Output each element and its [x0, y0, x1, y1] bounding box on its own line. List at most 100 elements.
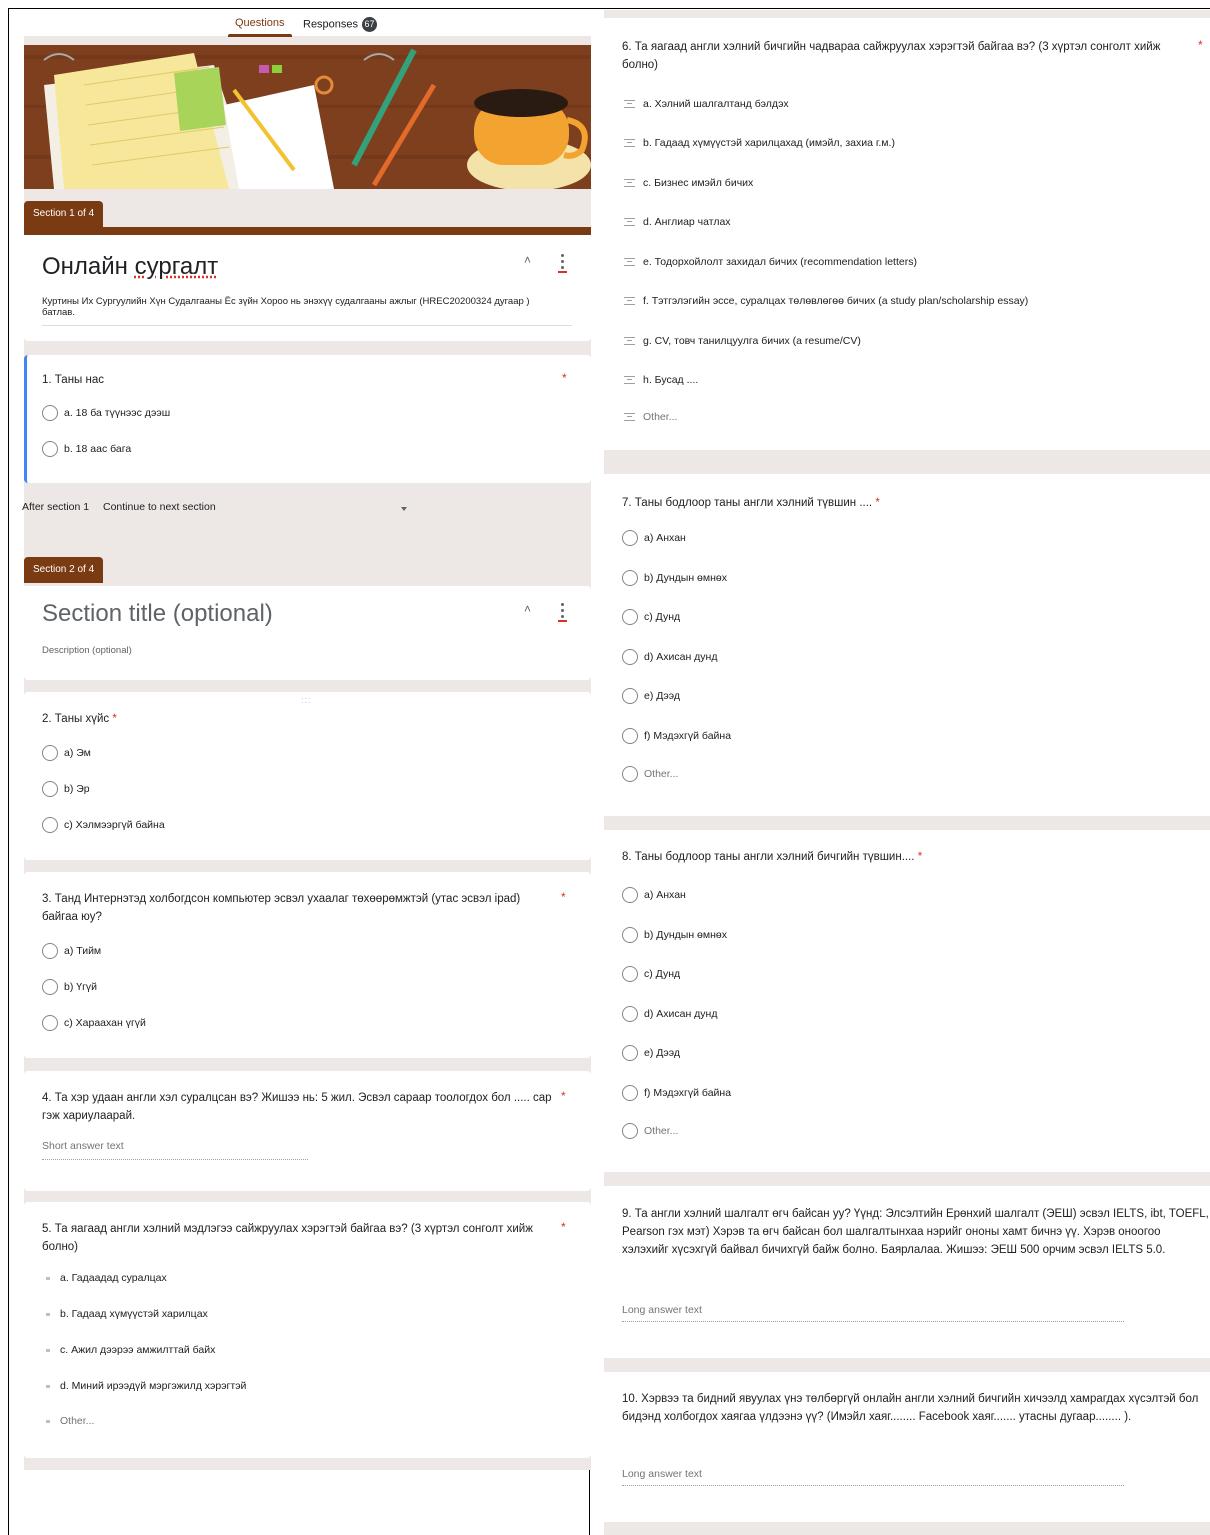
collapse-icon[interactable]: ˄ [524, 253, 531, 267]
radio-button[interactable] [622, 1006, 638, 1022]
question-card-8[interactable]: 8. Таны бодлоор таны англи хэлний бичгий… [604, 830, 1210, 1172]
radio-option[interactable]: b) Үгүй [42, 979, 97, 995]
radio-button[interactable] [622, 570, 638, 586]
checkbox-option[interactable]: g. CV, товч танилцуулга бичих (a resume/… [623, 334, 861, 348]
checkbox-option[interactable]: h. Бусад .... [623, 373, 698, 387]
radio-option[interactable]: b) Дундын өмнөх [622, 927, 727, 943]
more-options-icon[interactable] [558, 602, 567, 622]
radio-option[interactable]: a. 18 ба түүнээс дээш [42, 405, 170, 421]
after-section-dropdown[interactable]: Continue to next section [103, 501, 216, 513]
checkbox-option[interactable]: e. Тодорхойлолт захидал бичих (recommend… [623, 255, 917, 269]
radio-button[interactable] [622, 728, 638, 744]
radio-option[interactable]: a) Тийм [42, 943, 101, 959]
form-title-misspelled: сургалт [134, 253, 219, 280]
collapse-icon[interactable]: ˄ [524, 602, 531, 616]
checkbox-icon[interactable] [623, 136, 635, 150]
radio-button[interactable] [622, 530, 638, 546]
radio-option[interactable]: b) Дундын өмнөх [622, 570, 727, 586]
section-1-header-card[interactable]: Онлайн сургалт ˄ Куртины Их Сургуулийн Х… [24, 235, 591, 341]
radio-button[interactable] [622, 927, 638, 943]
tab-responses[interactable]: Responses 67 [303, 17, 378, 32]
checkbox-option[interactable]: f. Тэтгэлэгийн эссе, суралцах төлөвлөгөө… [623, 294, 1028, 308]
checkbox-icon[interactable] [623, 373, 635, 387]
question-card-7[interactable]: 7. Таны бодлоор таны англи хэлний түвшин… [604, 474, 1210, 816]
checkbox-option[interactable]: a. Хэлний шалгалтанд бэлдэх [623, 97, 789, 111]
checkbox-icon[interactable] [623, 334, 635, 348]
required-asterisk: * [561, 890, 566, 904]
radio-option[interactable]: e) Дээд [622, 1045, 680, 1061]
checkbox-icon[interactable] [623, 215, 635, 229]
radio-button[interactable] [42, 817, 58, 833]
radio-option[interactable]: a) Анхан [622, 530, 686, 546]
drag-handle-icon[interactable]: ::: [301, 695, 312, 705]
checkbox-icon[interactable] [623, 410, 635, 424]
form-description[interactable]: Куртины Их Сургуулийн Хүн Судалгааны Ёс … [42, 296, 562, 318]
radio-button[interactable] [622, 966, 638, 982]
checkbox-option[interactable]: d. Англиар чатлах [623, 215, 731, 229]
more-options-icon[interactable] [558, 253, 567, 273]
question-card-9[interactable]: 9. Та англи хэлний шалгалт өгч байсан уу… [604, 1186, 1210, 1358]
option-label: b) Эр [64, 783, 90, 795]
radio-button[interactable] [622, 1085, 638, 1101]
radio-option[interactable]: e) Дээд [622, 688, 680, 704]
radio-option[interactable]: d) Ахисан дунд [622, 1006, 717, 1022]
section-2-header-card[interactable]: Section title (optional) ˄ Description (… [24, 586, 591, 680]
option-label: c) Дунд [644, 611, 681, 623]
checkbox-option[interactable]: b. Гадаад хүмүүстэй харилцахад (имэйл, з… [623, 136, 895, 150]
required-asterisk: * [875, 497, 880, 509]
option-label: b. Гадаад хүмүүстэй харилцахад (имэйл, з… [643, 137, 895, 149]
radio-button[interactable] [42, 745, 58, 761]
radio-button[interactable] [42, 943, 58, 959]
radio-option[interactable]: c) Дунд [622, 966, 680, 982]
radio-button[interactable] [42, 979, 58, 995]
radio-option[interactable]: b. 18 аас бага [42, 441, 131, 457]
radio-button[interactable] [622, 688, 638, 704]
radio-button[interactable] [42, 1015, 58, 1031]
radio-option[interactable]: a) Анхан [622, 887, 686, 903]
radio-option-other[interactable]: Other... [622, 1123, 678, 1139]
radio-button[interactable] [622, 1123, 638, 1139]
required-asterisk: * [112, 713, 117, 725]
question-card-1[interactable]: 1. Таны нас * a. 18 ба түүнээс дээш b. 1… [24, 355, 591, 483]
tab-questions[interactable]: Questions [235, 17, 285, 29]
option-label: a. Хэлний шалгалтанд бэлдэх [643, 98, 789, 110]
question-card-5[interactable]: 5. Та яагаад англи хэлний мэдлэгээ сайжр… [24, 1202, 591, 1458]
list-option[interactable]: b. Гадаад хүмүүстэй харилцах [46, 1308, 208, 1320]
form-title[interactable]: Онлайн сургалт [42, 253, 218, 281]
radio-option-other[interactable]: Other... [622, 766, 678, 782]
list-option[interactable]: d. Миний ирээдүй мэргэжилд хэрэгтэй [46, 1380, 246, 1392]
list-option[interactable]: c. Ажил дээрээ амжилттай байх [46, 1344, 215, 1356]
radio-option[interactable]: b) Эр [42, 781, 90, 797]
radio-button[interactable] [42, 781, 58, 797]
question-card-4[interactable]: 4. Та хэр удаан англи хэл суралцсан вэ? … [24, 1071, 591, 1191]
radio-button[interactable] [42, 405, 58, 421]
question-card-2[interactable]: ::: 2. Таны хүйс * a) Эм b) Эр c) Хэлмээ… [24, 692, 591, 860]
radio-option[interactable]: f) Мэдэхгүй байна [622, 728, 731, 744]
radio-button[interactable] [622, 1045, 638, 1061]
checkbox-option[interactable]: c. Бизнес имэйл бичих [623, 176, 753, 190]
radio-button[interactable] [622, 887, 638, 903]
question-card-10[interactable]: 10. Хэрвээ та бидний явуулах үнэ төлбөрг… [604, 1372, 1210, 1522]
checkbox-icon[interactable] [623, 255, 635, 269]
list-option[interactable]: a. Гадаадад суралцах [46, 1272, 167, 1284]
checkbox-icon[interactable] [623, 97, 635, 111]
section-title-input[interactable]: Section title (optional) [42, 600, 273, 628]
checkbox-icon[interactable] [623, 294, 635, 308]
question-card-3[interactable]: 3. Танд Интернэтэд холбогдсон компьютер … [24, 872, 591, 1058]
chevron-down-icon[interactable] [401, 507, 407, 511]
radio-option[interactable]: c) Дунд [622, 609, 680, 625]
radio-button[interactable] [622, 609, 638, 625]
radio-option[interactable]: c) Хэлмээргүй байна [42, 817, 165, 833]
radio-button[interactable] [42, 441, 58, 457]
question-card-6[interactable]: 6. Та яагаад англи хэлний бичгийн чадвар… [604, 18, 1210, 450]
radio-button[interactable] [622, 649, 638, 665]
checkbox-option-other[interactable]: Other... [623, 410, 677, 424]
checkbox-icon[interactable] [623, 176, 635, 190]
radio-option[interactable]: c) Хараахан үгүй [42, 1015, 146, 1031]
radio-option[interactable]: f) Мэдэхгүй байна [622, 1085, 731, 1101]
radio-option[interactable]: d) Ахисан дунд [622, 649, 717, 665]
section-description-input[interactable]: Description (optional) [42, 645, 132, 656]
radio-button[interactable] [622, 766, 638, 782]
radio-option[interactable]: a) Эм [42, 745, 91, 761]
list-option-other[interactable]: Other... [46, 1415, 94, 1427]
